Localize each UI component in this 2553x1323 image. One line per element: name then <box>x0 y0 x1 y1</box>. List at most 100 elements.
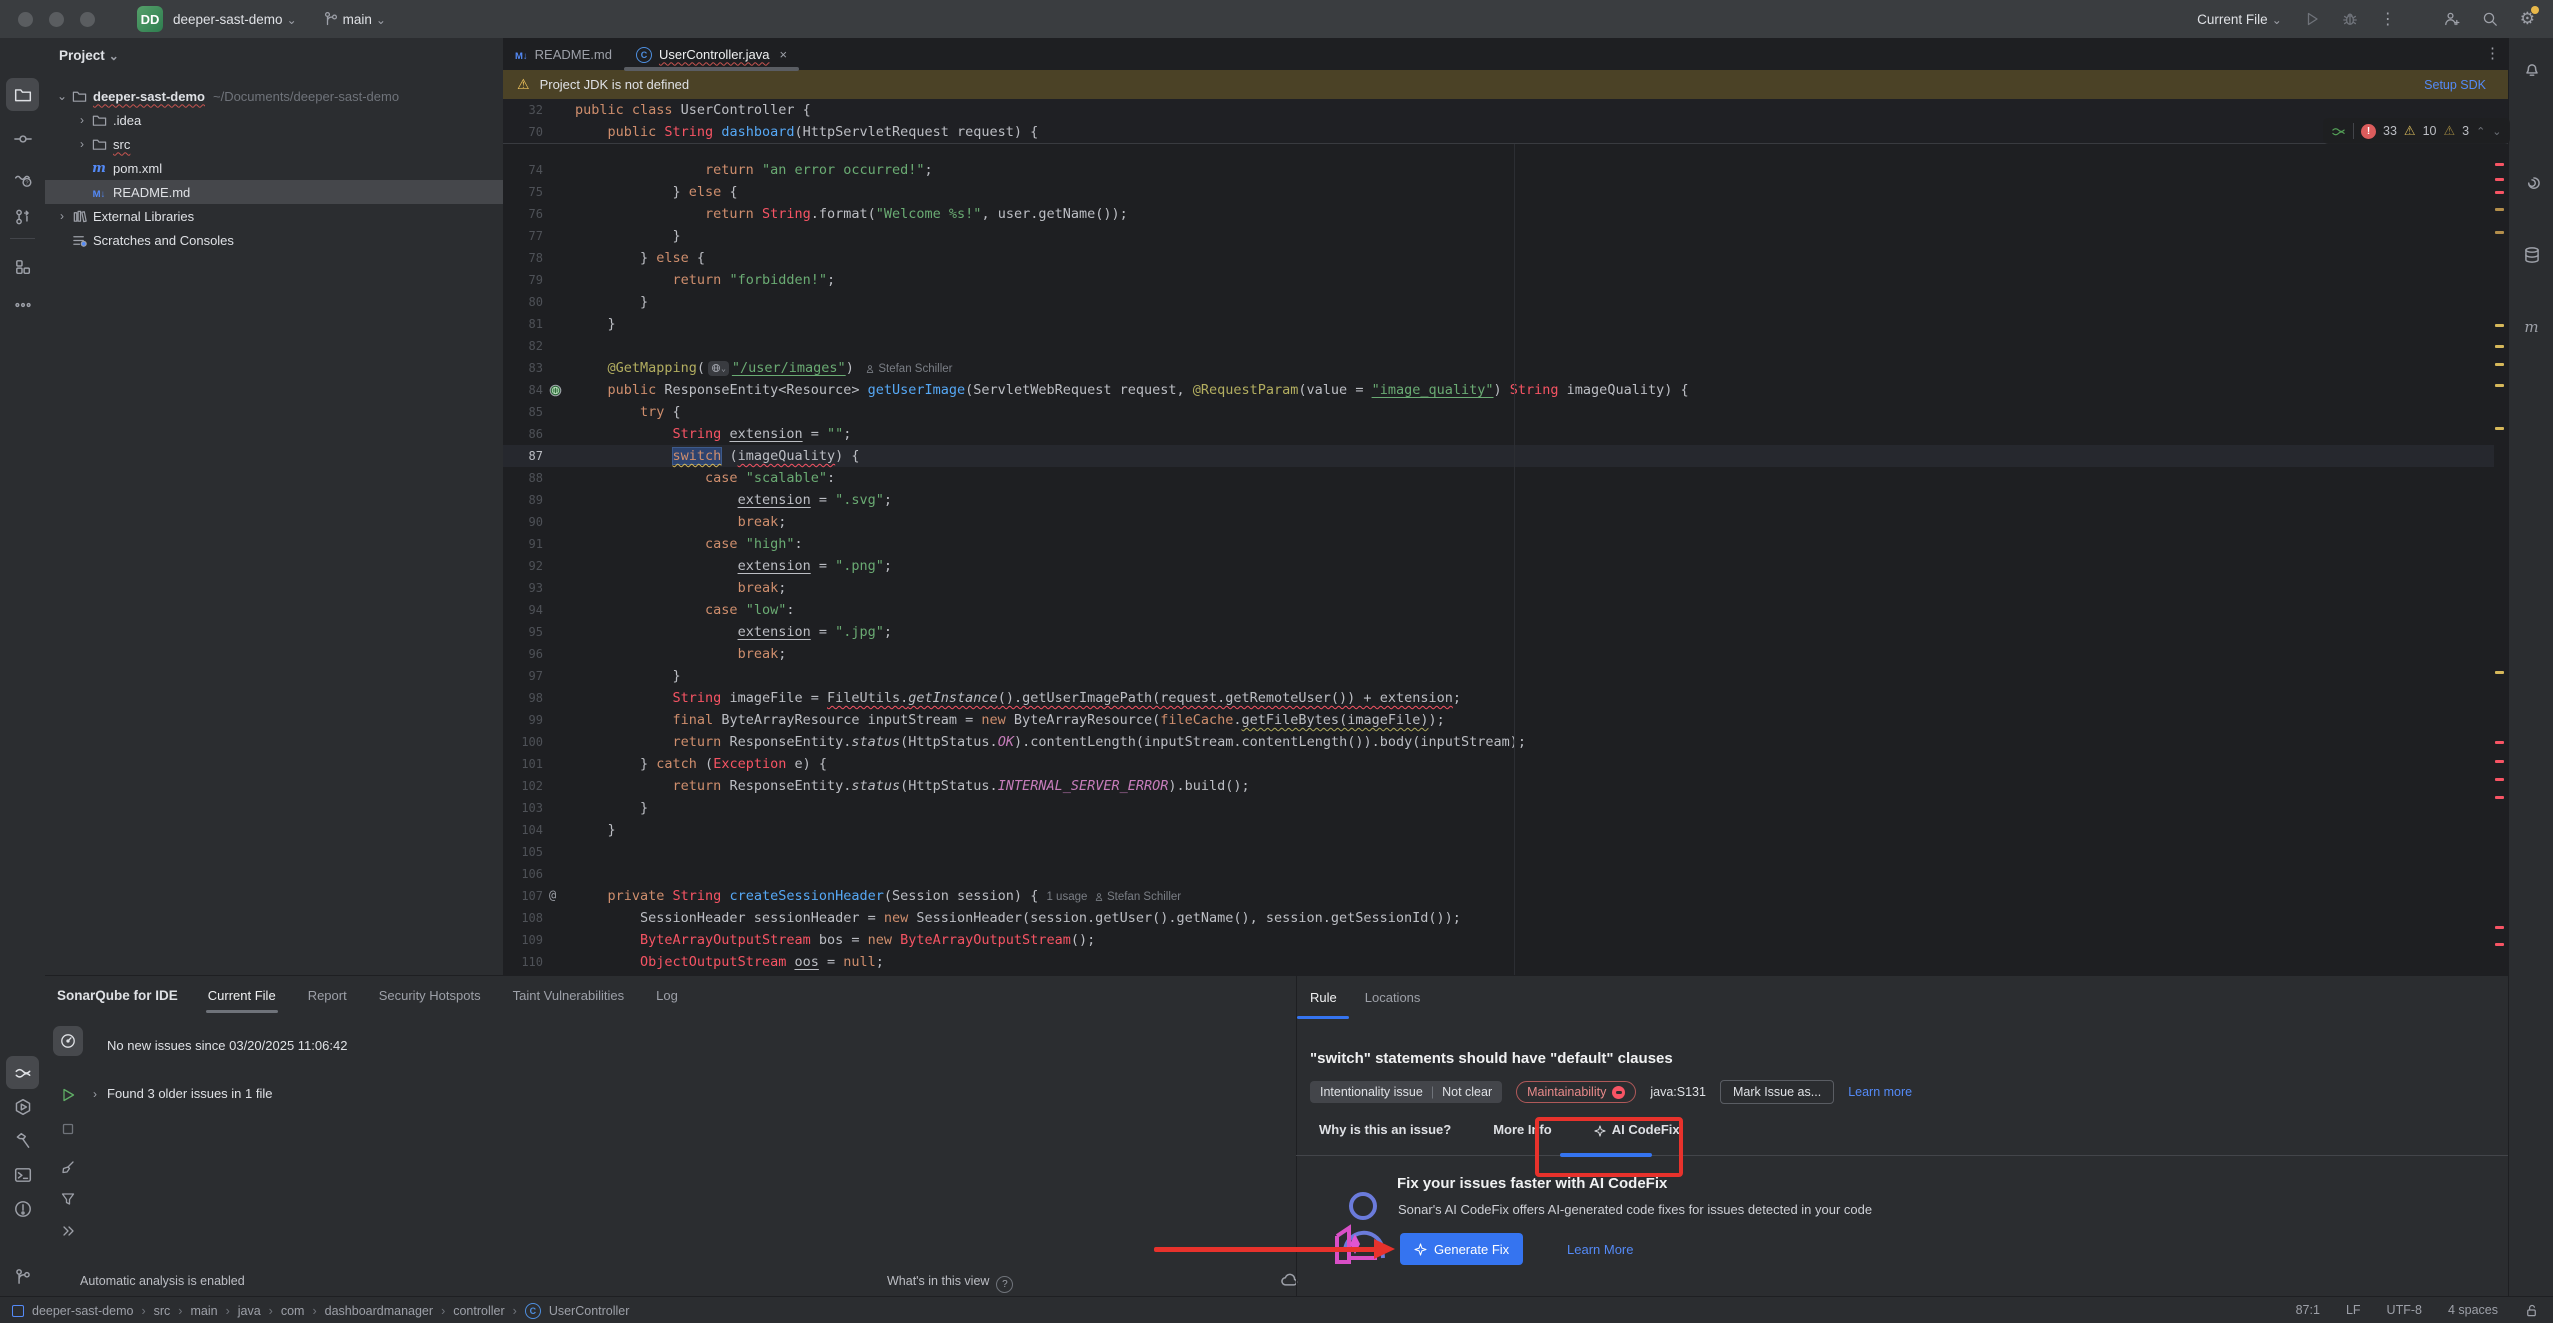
ai-assistant-icon[interactable] <box>2515 166 2548 199</box>
sonarqube-tool-icon[interactable] <box>6 1056 39 1089</box>
code-line-76[interactable]: 76 return String.format("Welcome %s!", u… <box>503 203 2494 225</box>
sonar-tab-security-hotspots[interactable]: Security Hotspots <box>377 978 483 1013</box>
project-switcher[interactable]: deeper-sast-demo⌄ <box>173 12 297 27</box>
chevron-icon[interactable]: ⌄ <box>55 89 69 103</box>
code-line-104[interactable]: 104 } <box>503 819 2494 841</box>
terminal-tool-icon[interactable] <box>6 1158 39 1191</box>
caret-position[interactable]: 87:1 <box>2296 1303 2320 1317</box>
code-line-89[interactable]: 89 extension = ".svg"; <box>503 489 2494 511</box>
tree-item-pom-xml[interactable]: mpom.xml <box>45 156 533 180</box>
tree-item-readme-md[interactable]: M↓README.md <box>45 180 533 204</box>
editor-tab-readme-md[interactable]: M↓README.md <box>503 38 624 70</box>
breadcrumb-item[interactable]: java <box>238 1304 261 1318</box>
code-line-75[interactable]: 75 } else { <box>503 181 2494 203</box>
code-line-86[interactable]: 86 String extension = ""; <box>503 423 2494 445</box>
issue-type-badge[interactable]: Intentionality issue|Not clear <box>1310 1081 1502 1103</box>
whats-in-this-view[interactable]: What's in this view? <box>887 1274 1013 1293</box>
breadcrumb-item[interactable]: com <box>281 1304 305 1318</box>
run-button[interactable] <box>2304 11 2320 28</box>
error-stripe-mark[interactable] <box>2495 178 2504 181</box>
tree-item-deeper-sast-demo[interactable]: ⌄deeper-sast-demo~/Documents/deeper-sast… <box>45 84 513 108</box>
more-tools-icon[interactable] <box>6 288 39 321</box>
error-stripe-mark[interactable] <box>2495 943 2504 946</box>
codefix-learn-more-link[interactable]: Learn More <box>1567 1242 1633 1257</box>
error-stripe-mark[interactable] <box>2495 163 2504 166</box>
close-icon[interactable]: × <box>780 47 788 62</box>
code-line-105[interactable]: 105 <box>503 841 2494 863</box>
error-stripe-mark[interactable] <box>2495 384 2504 387</box>
run-analysis-button[interactable] <box>53 1080 83 1110</box>
spring-mapping-gutter-icon[interactable] <box>549 382 567 398</box>
code-line-92[interactable]: 92 extension = ".png"; <box>503 555 2494 577</box>
learn-more-link[interactable]: Learn more <box>1848 1085 1912 1099</box>
expand-all-button[interactable] <box>53 1216 83 1246</box>
code-line-78[interactable]: 78 } else { <box>503 247 2494 269</box>
error-stripe-mark[interactable] <box>2495 191 2504 194</box>
build-tool-icon[interactable] <box>6 1124 39 1157</box>
commit-tool-icon[interactable] <box>6 122 39 155</box>
code-line-107[interactable]: 107@ private String createSessionHeader(… <box>503 885 2494 907</box>
code-with-me-button[interactable] <box>2444 11 2460 28</box>
stop-analysis-button[interactable] <box>53 1114 83 1144</box>
code-line-97[interactable]: 97 } <box>503 665 2494 687</box>
services-tool-icon[interactable] <box>6 1090 39 1123</box>
sonar-tab-current-file[interactable]: Current File <box>206 978 278 1013</box>
next-issue-button[interactable]: ⌄ <box>2492 125 2501 138</box>
error-stripe-mark[interactable] <box>2495 427 2504 430</box>
tab-options-kebab-icon[interactable]: ⋮ <box>2485 44 2500 62</box>
code-line-81[interactable]: 81 } <box>503 313 2494 335</box>
breadcrumb-item[interactable]: dashboardmanager <box>325 1304 433 1318</box>
code-line-102[interactable]: 102 return ResponseEntity.status(HttpSta… <box>503 775 2494 797</box>
breadcrumb-item[interactable]: deeper-sast-demo <box>32 1304 133 1318</box>
code-line-93[interactable]: 93 break; <box>503 577 2494 599</box>
code-line-91[interactable]: 91 case "high": <box>503 533 2494 555</box>
error-stripe-mark[interactable] <box>2495 760 2504 763</box>
code-area[interactable]: 74 return "an error occurred!";75 } else… <box>503 143 2508 975</box>
tree-item-scratches-and-consoles[interactable]: Scratches and Consoles <box>45 228 513 252</box>
problems-tool-icon[interactable] <box>6 1192 39 1225</box>
code-line-90[interactable]: 90 break; <box>503 511 2494 533</box>
notifications-icon[interactable] <box>2515 52 2548 85</box>
error-stripe-mark[interactable] <box>2495 741 2504 744</box>
database-tool-icon[interactable] <box>2515 238 2548 271</box>
indent-style[interactable]: 4 spaces <box>2448 1303 2498 1317</box>
setup-sdk-link[interactable]: Setup SDK <box>2424 78 2486 92</box>
code-line-87[interactable]: 87 switch (imageQuality) { <box>503 445 2494 467</box>
code-author-hint[interactable]: Stefan Schiller <box>1091 891 1182 903</box>
maven-tool-icon[interactable]: m <box>2515 310 2548 343</box>
issues-summary-row[interactable]: ›Found 3 older issues in 1 file <box>93 1086 272 1101</box>
line-separator[interactable]: LF <box>2346 1303 2361 1317</box>
branch-switcher[interactable]: main⌄ <box>343 12 386 27</box>
filter-button[interactable] <box>53 1184 83 1214</box>
sonar-walkthrough-tool-icon[interactable] <box>6 162 39 195</box>
chevron-icon[interactable]: › <box>55 209 69 223</box>
annotation-gutter-icon[interactable]: @ <box>549 888 567 904</box>
pull-requests-tool-icon[interactable] <box>6 200 39 233</box>
sonar-tab-report[interactable]: Report <box>306 978 349 1013</box>
code-line-74[interactable]: 74 return "an error occurred!"; <box>503 159 2494 181</box>
search-everywhere-button[interactable] <box>2482 11 2498 28</box>
url-inlay-hint[interactable]: ⌄ <box>708 361 729 376</box>
code-line-100[interactable]: 100 return ResponseEntity.status(HttpSta… <box>503 731 2494 753</box>
window-zoom-button[interactable] <box>80 12 95 27</box>
window-minimize-button[interactable] <box>49 12 64 27</box>
code-line-88[interactable]: 88 case "scalable": <box>503 467 2494 489</box>
lock-icon[interactable] <box>2524 1303 2539 1318</box>
analyze-status-icon[interactable] <box>53 1026 83 1056</box>
code-line-98[interactable]: 98 String imageFile = FileUtils.getInsta… <box>503 687 2494 709</box>
code-line-77[interactable]: 77 } <box>503 225 2494 247</box>
sonar-tab-taint-vulnerabilities[interactable]: Taint Vulnerabilities <box>511 978 627 1013</box>
mark-issue-as-button[interactable]: Mark Issue as... <box>1720 1080 1834 1104</box>
sonar-tab-log[interactable]: Log <box>654 978 680 1013</box>
prev-issue-button[interactable]: ⌃ <box>2476 125 2485 138</box>
version-control-tool-icon[interactable] <box>6 1260 39 1293</box>
code-line-108[interactable]: 108 SessionHeader sessionHeader = new Se… <box>503 907 2494 929</box>
code-line-85[interactable]: 85 try { <box>503 401 2494 423</box>
software-quality-badge[interactable]: Maintainability <box>1516 1081 1636 1103</box>
project-panel-header[interactable]: Project⌄ <box>45 38 503 63</box>
sticky-line[interactable]: 70 public String dashboard(HttpServletRe… <box>503 121 2494 143</box>
chevron-icon[interactable]: › <box>75 113 89 127</box>
code-line-109[interactable]: 109 ByteArrayOutputStream bos = new Byte… <box>503 929 2494 951</box>
code-line-106[interactable]: 106 <box>503 863 2494 885</box>
code-line-103[interactable]: 103 } <box>503 797 2494 819</box>
